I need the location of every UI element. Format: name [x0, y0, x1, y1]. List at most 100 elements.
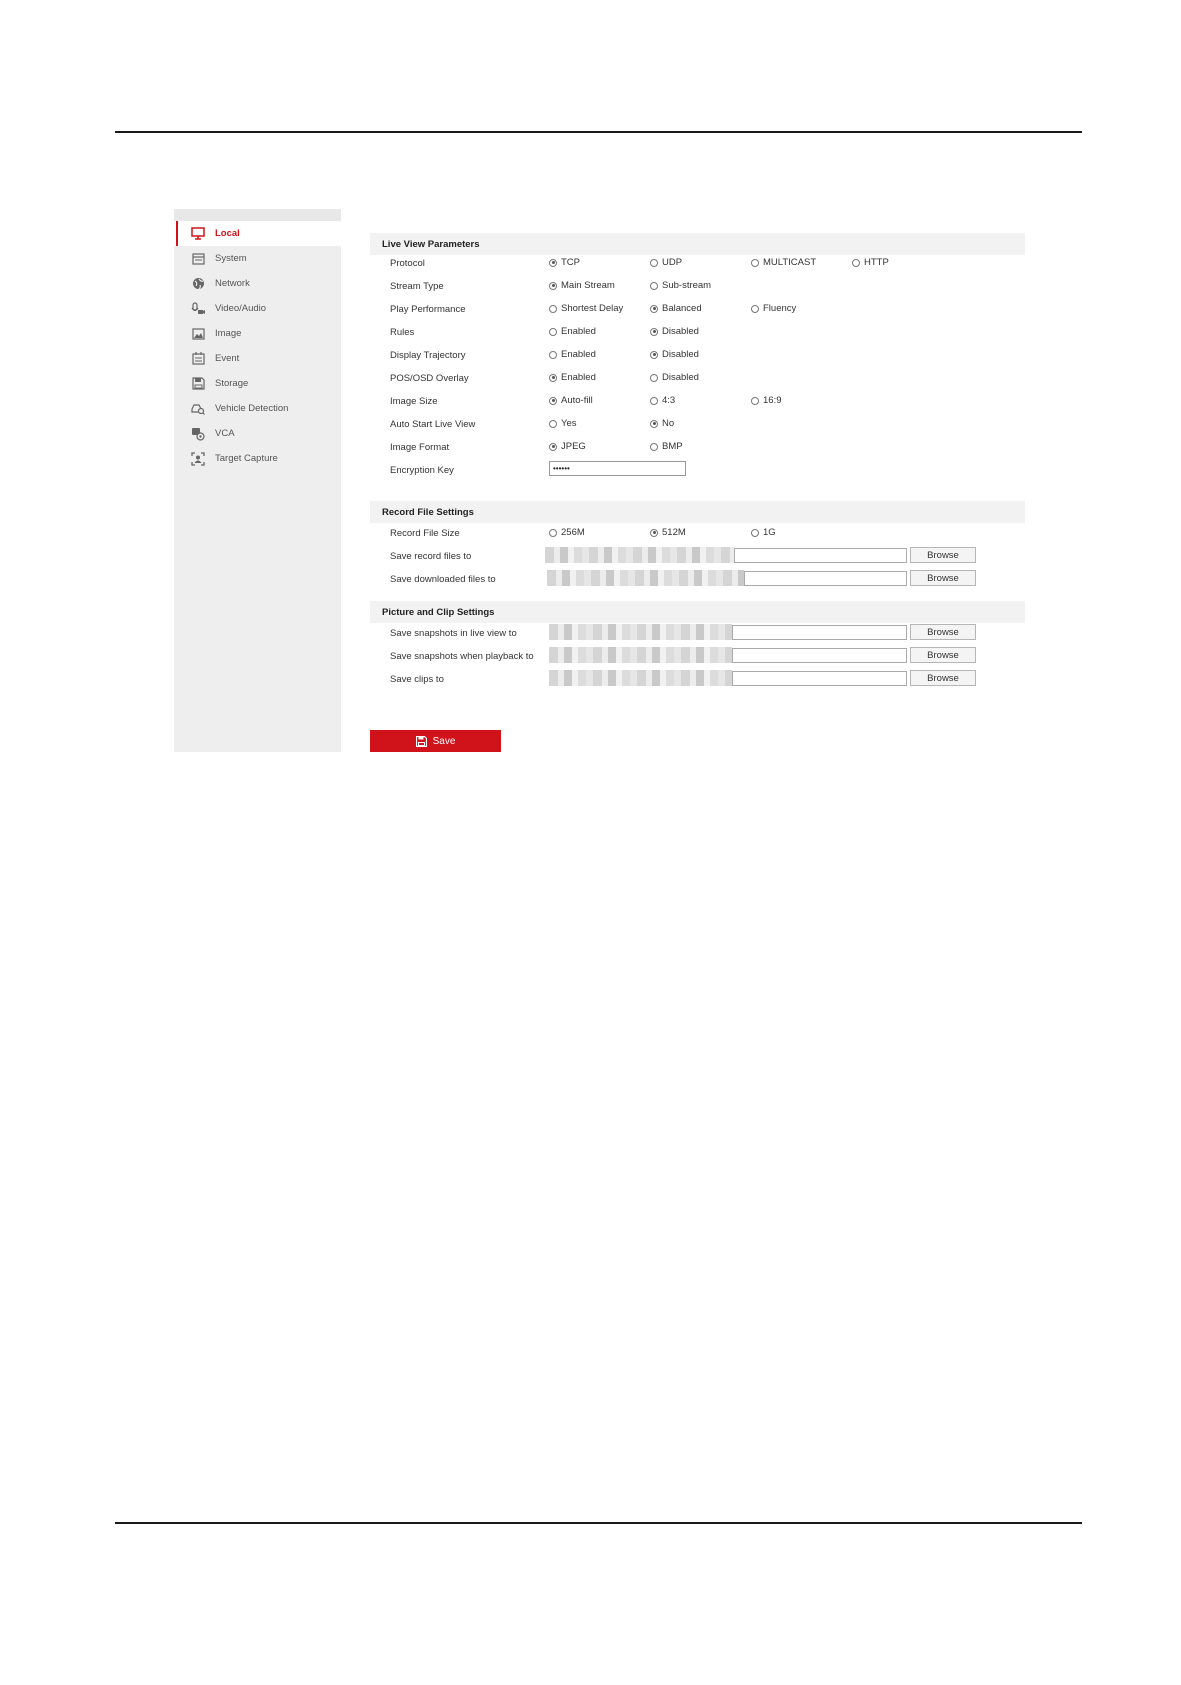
radio-indicator — [650, 396, 658, 405]
radio-indicator — [549, 373, 557, 382]
row-stream-type: Stream Type Main Stream Sub-stream — [390, 277, 1010, 297]
radio-jpeg[interactable]: JPEG — [549, 441, 586, 452]
radio-indicator — [650, 442, 658, 451]
option-label: TCP — [561, 257, 580, 268]
radio-indicator — [549, 442, 557, 451]
row-protocol: Protocol TCP UDP MULTICAST HTTP — [390, 254, 1010, 274]
option-label: Yes — [561, 418, 577, 429]
radio-size-256m[interactable]: 256M — [549, 527, 585, 538]
record-path-input[interactable] — [734, 548, 907, 563]
radio-size-1g[interactable]: 1G — [751, 527, 776, 538]
radio-ratio-4-3[interactable]: 4:3 — [650, 395, 675, 406]
radio-indicator — [751, 528, 759, 537]
radio-size-512m[interactable]: 512M — [650, 527, 686, 538]
field-label: Save snapshots when playback to — [390, 651, 534, 662]
sidebar-item-label: Vehicle Detection — [215, 403, 289, 414]
download-path-input[interactable] — [744, 571, 907, 586]
row-image-format: Image Format JPEG BMP — [390, 438, 1010, 458]
snapshot-playback-path-input[interactable] — [732, 648, 907, 663]
system-icon — [191, 252, 205, 266]
sidebar-item-system[interactable]: System — [174, 246, 341, 271]
row-save-snapshots-live: Save snapshots in live view to Browse — [390, 624, 1010, 644]
option-label: Enabled — [561, 326, 596, 337]
field-label: Display Trajectory — [390, 350, 466, 361]
radio-auto-start-no[interactable]: No — [650, 418, 674, 429]
row-record-file-size: Record File Size 256M 512M 1G — [390, 524, 1010, 544]
sidebar-item-label: Target Capture — [215, 453, 278, 464]
option-label: Balanced — [662, 303, 702, 314]
option-label: Enabled — [561, 372, 596, 383]
page-footer-rule — [115, 1522, 1082, 1524]
sidebar-item-target-capture[interactable]: Target Capture — [174, 446, 341, 471]
radio-protocol-multicast[interactable]: MULTICAST — [751, 257, 816, 268]
sidebar-item-local[interactable]: Local — [174, 221, 341, 246]
section-header-live-view: Live View Parameters — [370, 233, 1025, 255]
radio-fluency[interactable]: Fluency — [751, 303, 796, 314]
radio-overlay-disabled[interactable]: Disabled — [650, 372, 699, 383]
radio-overlay-enabled[interactable]: Enabled — [549, 372, 596, 383]
radio-indicator — [650, 327, 658, 336]
radio-indicator — [650, 419, 658, 428]
sidebar-item-event[interactable]: Event — [174, 346, 341, 371]
mic-camera-icon — [191, 301, 205, 316]
sidebar-item-label: Event — [215, 353, 240, 364]
field-label: Protocol — [390, 258, 425, 269]
row-play-performance: Play Performance Shortest Delay Balanced… — [390, 300, 1010, 320]
radio-indicator — [549, 258, 557, 267]
sidebar-item-vca[interactable]: VCA — [174, 421, 341, 446]
radio-balanced[interactable]: Balanced — [650, 303, 702, 314]
radio-protocol-http[interactable]: HTTP — [852, 257, 889, 268]
browse-button[interactable]: Browse — [910, 670, 976, 686]
encryption-key-input[interactable]: •••••• — [549, 461, 686, 476]
browse-button[interactable]: Browse — [910, 624, 976, 640]
sidebar-item-network[interactable]: Network — [174, 271, 341, 296]
radio-shortest-delay[interactable]: Shortest Delay — [549, 303, 623, 314]
option-label: 1G — [763, 527, 776, 538]
sidebar-item-label: Video/Audio — [215, 303, 267, 314]
sidebar-item-storage[interactable]: Storage — [174, 371, 341, 396]
radio-ratio-16-9[interactable]: 16:9 — [751, 395, 782, 406]
radio-protocol-udp[interactable]: UDP — [650, 257, 682, 268]
option-label: UDP — [662, 257, 683, 268]
radio-auto-start-yes[interactable]: Yes — [549, 418, 577, 429]
radio-rules-disabled[interactable]: Disabled — [650, 326, 699, 337]
main-panel: Live View Parameters Protocol TCP UDP MU… — [341, 209, 1025, 752]
option-label: Disabled — [662, 372, 699, 383]
snapshot-live-path-input[interactable] — [732, 625, 907, 640]
vehicle-search-icon — [191, 402, 205, 416]
browse-button[interactable]: Browse — [910, 547, 976, 563]
field-label: POS/OSD Overlay — [390, 373, 469, 384]
sidebar-item-label: Storage — [215, 378, 249, 389]
globe-icon — [191, 277, 205, 291]
sidebar-item-image[interactable]: Image — [174, 321, 341, 346]
radio-protocol-tcp[interactable]: TCP — [549, 257, 580, 268]
radio-main-stream[interactable]: Main Stream — [549, 280, 615, 291]
field-label: Save record files to — [390, 551, 472, 562]
save-button[interactable]: Save — [370, 730, 501, 752]
radio-trajectory-enabled[interactable]: Enabled — [549, 349, 596, 360]
browse-button[interactable]: Browse — [910, 647, 976, 663]
sidebar-item-label: Image — [215, 328, 242, 339]
browse-button[interactable]: Browse — [910, 570, 976, 586]
radio-sub-stream[interactable]: Sub-stream — [650, 280, 711, 291]
page-header-rule — [115, 131, 1082, 133]
sidebar-item-label: VCA — [215, 428, 235, 439]
radio-indicator — [751, 396, 759, 405]
sidebar-item-video-audio[interactable]: Video/Audio — [174, 296, 341, 321]
radio-rules-enabled[interactable]: Enabled — [549, 326, 596, 337]
radio-indicator — [549, 304, 557, 313]
field-label: Image Format — [390, 442, 450, 453]
sidebar-item-label: System — [215, 253, 247, 264]
option-label: 16:9 — [763, 395, 782, 406]
radio-indicator — [650, 304, 658, 313]
sidebar-item-vehicle-detection[interactable]: Vehicle Detection — [174, 396, 341, 421]
option-label: Shortest Delay — [561, 303, 624, 314]
radio-auto-fill[interactable]: Auto-fill — [549, 395, 593, 406]
radio-bmp[interactable]: BMP — [650, 441, 683, 452]
field-label: Save downloaded files to — [390, 574, 496, 585]
clips-path-input[interactable] — [732, 671, 907, 686]
option-label: Main Stream — [561, 280, 615, 291]
option-label: Disabled — [662, 326, 699, 337]
vca-icon — [191, 427, 205, 441]
radio-trajectory-disabled[interactable]: Disabled — [650, 349, 699, 360]
